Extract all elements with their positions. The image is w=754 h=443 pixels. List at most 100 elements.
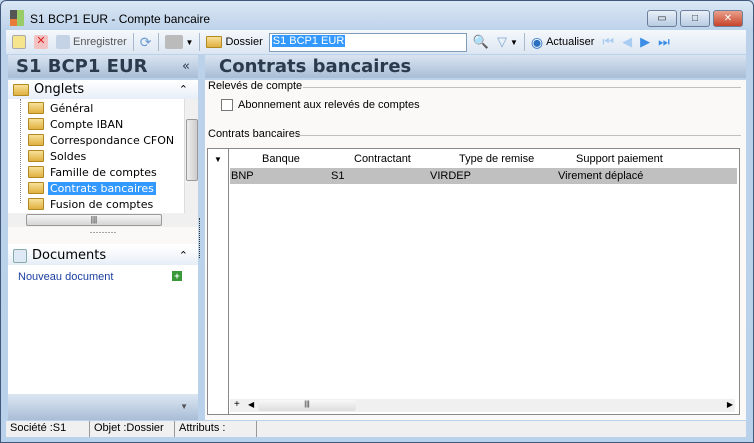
scrollbar-thumb[interactable]: ||| <box>258 400 356 411</box>
search-input[interactable]: S1 BCP1 EUR <box>268 32 467 52</box>
scrollbar-thumb[interactable]: ||| <box>26 214 162 226</box>
add-row-button[interactable]: + <box>234 399 240 410</box>
app-icon <box>10 10 24 26</box>
refresh-icon: ◉ <box>530 33 544 50</box>
folder-icon <box>206 36 223 48</box>
column-chooser-icon[interactable]: ▼ <box>214 155 222 164</box>
folder-label: Dossier <box>225 36 263 48</box>
tab-general[interactable]: Général <box>28 100 95 116</box>
subscription-checkbox[interactable]: Abonnement aux relevés de comptes <box>221 99 420 111</box>
refresh-button[interactable]: ◉ Actualiser <box>529 32 597 52</box>
folder-icon <box>28 118 44 130</box>
scrollbar-thumb[interactable] <box>186 119 198 181</box>
tab-fusion-de-comptes[interactable]: Fusion de comptes <box>28 196 155 212</box>
separator <box>157 33 159 51</box>
search-icon: 🔍 <box>472 34 489 49</box>
printer-icon <box>164 35 183 49</box>
cell-type-de-remise: VIRDEP <box>430 170 471 182</box>
status-company: Société :S1 <box>6 421 90 437</box>
folder-icon <box>28 134 44 146</box>
splitter-handle[interactable]: ········· <box>8 227 198 244</box>
cell-support-paiement: Virement déplacé <box>558 170 644 182</box>
filter-icon: ▽ <box>496 34 507 49</box>
collapse-panel-button[interactable]: « <box>182 55 190 78</box>
panel-footer: ▼ <box>8 394 198 420</box>
search-value: S1 BCP1 EUR <box>271 34 346 47</box>
tab-compte-iban[interactable]: Compte IBAN <box>28 116 125 132</box>
document-icon <box>13 248 27 263</box>
status-object: Objet :Dossier <box>90 421 175 437</box>
main-panel: Relevés de compte Abonnement aux relevés… <box>205 80 746 420</box>
folder-icon <box>28 150 44 162</box>
minimize-button[interactable]: ▭ <box>647 10 677 27</box>
delete-icon: ✕ <box>34 35 48 49</box>
checkbox-box[interactable] <box>221 99 233 111</box>
open-folder-icon <box>28 182 44 194</box>
folder-icon <box>28 102 44 114</box>
column-header-support-paiement[interactable]: Support paiement <box>576 153 663 165</box>
chevron-down-icon: ▼ <box>509 37 518 47</box>
next-record-button[interactable]: ▶ <box>638 32 652 52</box>
column-header-type-de-remise[interactable]: Type de remise <box>459 153 534 165</box>
page-title: Contrats bancaires <box>219 56 412 77</box>
tree-line <box>20 99 21 203</box>
tree-vertical-scrollbar[interactable] <box>184 99 198 213</box>
close-button[interactable]: ✕ <box>713 10 743 27</box>
scroll-left-icon[interactable]: ◀ <box>248 400 254 409</box>
maximize-button[interactable]: □ <box>680 10 710 27</box>
table-row[interactable]: BNP S1 VIRDEP Virement déplacé <box>230 168 737 184</box>
main-header: Contrats bancaires <box>205 55 746 78</box>
save-button[interactable]: Enregistrer <box>54 32 129 52</box>
tab-label: Correspondance CFON <box>50 133 175 147</box>
contracts-group-label: Contrats bancaires <box>208 128 301 140</box>
documents-section-header[interactable]: Documents ⌃ <box>8 246 198 265</box>
collapse-icon[interactable]: ⌃ <box>179 83 188 96</box>
tab-soldes[interactable]: Soldes <box>28 148 88 164</box>
column-header-contractant[interactable]: Contractant <box>354 153 411 165</box>
folder-icon <box>13 83 29 96</box>
last-record-button[interactable]: ⏭ <box>656 32 672 52</box>
column-header-banque[interactable]: Banque <box>262 153 300 165</box>
folder-button[interactable]: Dossier <box>204 32 264 52</box>
previous-record-button[interactable]: ◀ <box>620 32 634 52</box>
search-button[interactable]: 🔍 <box>471 32 491 52</box>
tab-label: Général <box>50 101 94 115</box>
first-record-button[interactable]: ⏮ <box>600 32 616 52</box>
tabs-header-label: Onglets <box>34 82 85 97</box>
divider <box>297 135 741 136</box>
tabs-section-header[interactable]: Onglets ⌃ <box>8 80 198 99</box>
new-button[interactable] <box>10 32 28 52</box>
cell-contractant: S1 <box>331 170 345 182</box>
window-title: S1 BCP1 EUR - Compte bancaire <box>30 12 211 26</box>
tab-contrats-bancaires[interactable]: Contrats bancaires <box>28 180 156 196</box>
refresh-label: Actualiser <box>546 36 595 48</box>
new-document-link[interactable]: Nouveau document + <box>8 265 198 289</box>
collapse-icon[interactable]: ⌃ <box>179 249 188 262</box>
left-panel-header: S1 BCP1 EUR « <box>8 55 198 78</box>
chevron-down-icon: ▼ <box>185 37 194 47</box>
sync-button[interactable]: ⟳ <box>138 32 154 52</box>
chevron-down-icon[interactable]: ▼ <box>180 402 188 411</box>
separator <box>132 33 134 51</box>
add-icon[interactable]: + <box>172 271 182 281</box>
tree-horizontal-scrollbar[interactable]: ||| <box>8 213 198 227</box>
tab-famille-de-comptes[interactable]: Famille de comptes <box>28 164 159 180</box>
left-panel: Onglets ⌃ Général Compte IBAN Corresponda… <box>8 80 198 420</box>
print-button[interactable]: ▼ <box>163 32 196 52</box>
separator <box>199 33 201 51</box>
filter-button[interactable]: ▽ ▼ <box>495 32 520 52</box>
tab-label: Fusion de comptes <box>50 197 154 211</box>
vertical-splitter[interactable] <box>199 218 203 258</box>
scroll-right-icon[interactable]: ▶ <box>727 400 733 409</box>
status-attributes: Attributs : <box>175 421 257 437</box>
cell-banque: BNP <box>231 170 254 182</box>
record-title: S1 BCP1 EUR <box>16 56 148 77</box>
delete-button[interactable]: ✕ <box>32 32 50 52</box>
folder-icon <box>28 198 44 210</box>
tab-correspondance-cfon[interactable]: Correspondance CFON <box>28 132 176 148</box>
divider <box>303 87 741 88</box>
tab-label: Famille de comptes <box>50 165 157 179</box>
save-label: Enregistrer <box>73 36 127 48</box>
grid-horizontal-scrollbar[interactable]: + ◀ ||| ▶ <box>230 399 735 412</box>
new-icon <box>12 35 26 49</box>
